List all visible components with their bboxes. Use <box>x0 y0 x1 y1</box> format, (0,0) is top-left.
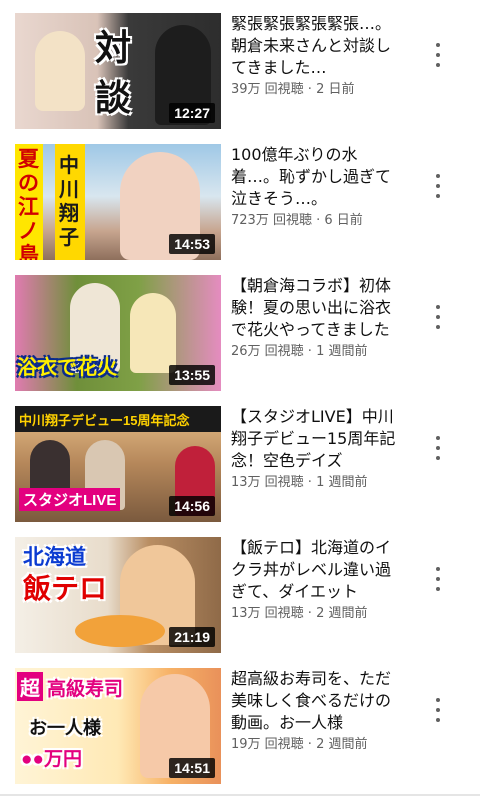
thumbnail-overlay-text: 中川翔子 <box>59 155 79 249</box>
video-meta: 13万 回視聴 · 2 週間前 <box>231 606 368 621</box>
thumbnail-overlay-text: 中川翔子デビュー15周年記念 <box>19 413 190 428</box>
thumbnail-overlay-text: スタジオLIVE <box>19 488 121 511</box>
video-thumbnail[interactable]: 夏の江ノ島 中川翔子 14:53 <box>15 144 221 260</box>
video-thumbnail[interactable]: 対 談 12:27 <box>15 13 221 129</box>
video-title[interactable]: 100億年ぶりの水着…。恥ずかし過ぎて泣きそう…。 <box>231 144 405 210</box>
video-item[interactable]: 超 高級寿司 お一人様 ●●万円 14:51 超高級お寿司を、ただ美味しく食べる… <box>0 668 480 798</box>
thumbnail-overlay-text: 浴衣で花火 <box>17 357 117 379</box>
thumbnail-overlay-text: 夏の江ノ島 <box>18 148 39 260</box>
video-list: 対 談 12:27 緊張緊張緊張緊張…。朝倉未来さんと対談してきました… 39万… <box>0 0 480 796</box>
video-duration: 13:55 <box>169 365 215 385</box>
thumbnail-overlay-text: 飯テロ <box>23 573 108 604</box>
video-duration: 14:51 <box>169 758 215 778</box>
more-options-icon[interactable] <box>428 39 448 71</box>
video-item[interactable]: 北海道 飯テロ 21:19 【飯テロ】北海道のイクラ丼がレベル違い過ぎて、ダイエ… <box>0 537 480 667</box>
thumbnail-overlay-text: ●●万円 <box>21 749 82 770</box>
thumbnail-overlay-text: 高級寿司 <box>47 679 124 700</box>
video-item[interactable]: 対 談 12:27 緊張緊張緊張緊張…。朝倉未来さんと対談してきました… 39万… <box>0 13 480 143</box>
video-item[interactable]: 浴衣で花火 13:55 【朝倉海コラボ】初体験！夏の思い出に浴衣で花火やってきま… <box>0 275 480 405</box>
video-meta: 19万 回視聴 · 2 週間前 <box>231 737 368 752</box>
video-item[interactable]: 夏の江ノ島 中川翔子 14:53 100億年ぶりの水着…。恥ずかし過ぎて泣きそう… <box>0 144 480 274</box>
video-meta: 13万 回視聴 · 1 週間前 <box>231 475 368 490</box>
thumbnail-overlay-text: 対 <box>95 27 132 68</box>
thumbnail-overlay-text: 超 <box>17 672 43 701</box>
more-options-icon[interactable] <box>428 301 448 333</box>
more-options-icon[interactable] <box>428 170 448 202</box>
video-title[interactable]: 緊張緊張緊張緊張…。朝倉未来さんと対談してきました… <box>231 13 405 79</box>
video-meta: 39万 回視聴 · 2 日前 <box>231 82 355 97</box>
video-thumbnail[interactable]: 北海道 飯テロ 21:19 <box>15 537 221 653</box>
video-duration: 14:53 <box>169 234 215 254</box>
more-options-icon[interactable] <box>428 694 448 726</box>
more-options-icon[interactable] <box>428 563 448 595</box>
video-meta: 723万 回視聴 · 6 日前 <box>231 213 363 228</box>
video-duration: 21:19 <box>169 627 215 647</box>
video-item[interactable]: 中川翔子デビュー15周年記念 スタジオLIVE 14:56 【スタジオLIVE】… <box>0 406 480 536</box>
video-thumbnail[interactable]: 浴衣で花火 13:55 <box>15 275 221 391</box>
more-options-icon[interactable] <box>428 432 448 464</box>
video-title[interactable]: 超高級お寿司を、ただ美味しく食べるだけの動画。お一人様 <box>231 668 405 734</box>
video-thumbnail[interactable]: 中川翔子デビュー15周年記念 スタジオLIVE 14:56 <box>15 406 221 522</box>
video-title[interactable]: 【スタジオLIVE】中川翔子デビュー15周年記念！空色デイズ <box>231 406 405 472</box>
video-duration: 14:56 <box>169 496 215 516</box>
thumbnail-overlay-text: お一人様 <box>29 718 101 738</box>
thumbnail-overlay-text: 談 <box>95 77 132 118</box>
video-title[interactable]: 【朝倉海コラボ】初体験！夏の思い出に浴衣で花火やってきました <box>231 275 405 341</box>
video-title[interactable]: 【飯テロ】北海道のイクラ丼がレベル違い過ぎて、ダイエット <box>231 537 405 603</box>
video-duration: 12:27 <box>169 103 215 123</box>
video-thumbnail[interactable]: 超 高級寿司 お一人様 ●●万円 14:51 <box>15 668 221 784</box>
video-meta: 26万 回視聴 · 1 週間前 <box>231 344 368 359</box>
